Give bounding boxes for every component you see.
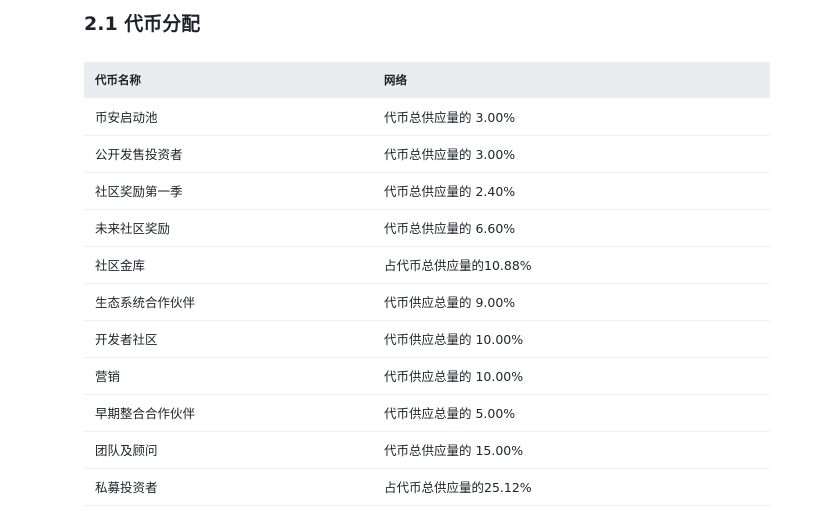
table-body: 币安启动池 代币总供应量的 3.00% 公开发售投资者 代币总供应量的 3.00…	[84, 98, 770, 505]
allocation-cell: 代币供应总量的 10.00%	[384, 369, 524, 384]
allocation-cell: 代币总供应量的 15.00%	[384, 443, 524, 458]
token-name-cell: 早期整合合作伙伴	[95, 406, 196, 421]
table-row: 团队及顾问 代币总供应量的 15.00%	[84, 431, 770, 468]
token-name-cell: 团队及顾问	[95, 443, 158, 458]
allocation-cell: 代币供应总量的 5.00%	[384, 406, 516, 421]
allocation-cell: 代币供应总量的 10.00%	[384, 332, 524, 347]
table-row: 营销 代币供应总量的 10.00%	[84, 357, 770, 394]
allocation-cell: 代币总供应量的 2.40%	[384, 184, 516, 199]
table-header-row: 代币名称 网络	[84, 62, 770, 98]
token-allocation-table: 代币名称 网络 币安启动池 代币总供应量的 3.00% 公开发售投资者 代币总供…	[84, 62, 770, 506]
column-header-token-name: 代币名称	[95, 73, 141, 87]
allocation-cell: 占代币总供应量的25.12%	[384, 480, 532, 495]
table-row: 社区金库 占代币总供应量的10.88%	[84, 246, 770, 283]
token-name-cell: 社区金库	[95, 258, 146, 273]
table-row: 社区奖励第一季 代币总供应量的 2.40%	[84, 172, 770, 209]
token-name-cell: 私募投资者	[95, 480, 158, 495]
allocation-cell: 占代币总供应量的10.88%	[384, 258, 532, 273]
token-name-cell: 社区奖励第一季	[95, 184, 183, 199]
allocation-cell: 代币供应总量的 9.00%	[384, 295, 516, 310]
token-name-cell: 公开发售投资者	[95, 147, 183, 162]
table-row: 币安启动池 代币总供应量的 3.00%	[84, 98, 770, 135]
table-row: 未来社区奖励 代币总供应量的 6.60%	[84, 209, 770, 246]
token-name-cell: 未来社区奖励	[95, 221, 171, 236]
allocation-cell: 代币总供应量的 3.00%	[384, 109, 516, 125]
allocation-cell: 代币总供应量的 3.00%	[384, 147, 516, 162]
token-name-cell: 开发者社区	[95, 332, 158, 347]
table-row: 早期整合合作伙伴 代币供应总量的 5.00%	[84, 394, 770, 431]
token-name-cell: 生态系统合作伙伴	[95, 295, 196, 310]
table-row: 公开发售投资者 代币总供应量的 3.00%	[84, 135, 770, 172]
table-header: 代币名称 网络	[84, 62, 770, 98]
table-row: 生态系统合作伙伴 代币供应总量的 9.00%	[84, 283, 770, 320]
column-header-network: 网络	[384, 73, 407, 87]
section-title: 2.1 代币分配	[84, 13, 201, 35]
table-row: 开发者社区 代币供应总量的 10.00%	[84, 320, 770, 357]
token-name-cell: 币安启动池	[95, 109, 158, 125]
allocation-cell: 代币总供应量的 6.60%	[384, 221, 516, 236]
table-row: 私募投资者 占代币总供应量的25.12%	[84, 468, 770, 505]
token-name-cell: 营销	[95, 369, 121, 384]
